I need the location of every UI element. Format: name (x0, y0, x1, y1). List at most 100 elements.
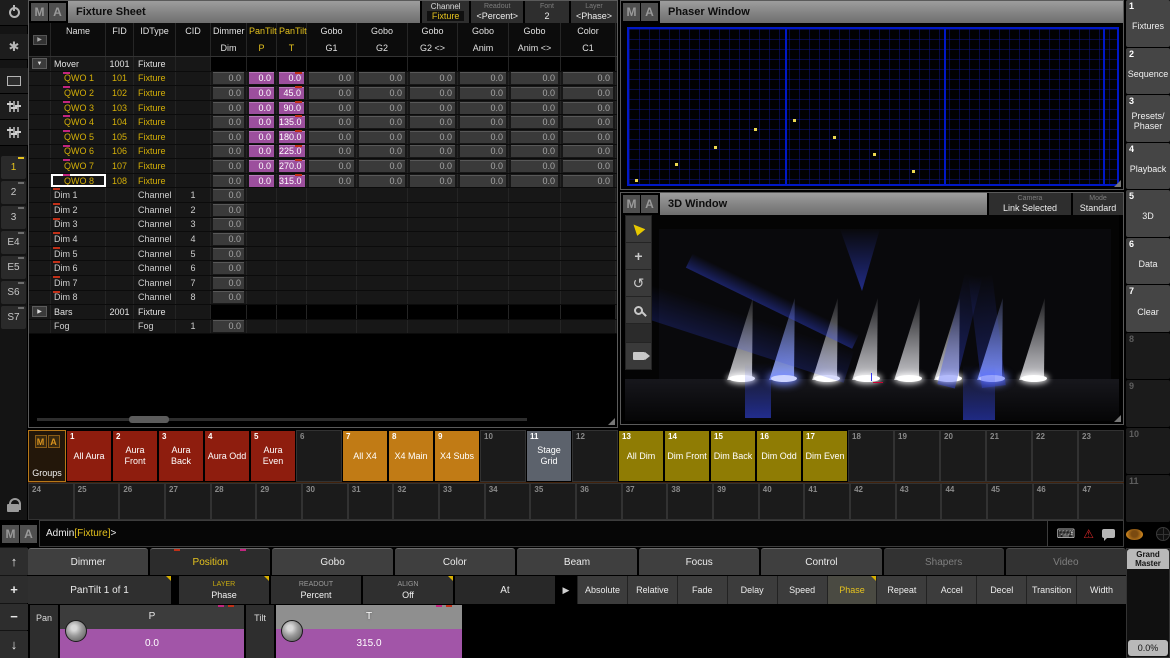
cell-t[interactable]: 225.0 (277, 145, 307, 159)
view-button-presets-[interactable]: 3Presets/ Phaser (1126, 95, 1170, 142)
cell-dim[interactable]: 0.0 (211, 320, 247, 334)
lock-icon[interactable] (7, 498, 19, 512)
cell-anim[interactable]: 0.0 (458, 86, 509, 100)
minus-button[interactable]: − (0, 604, 28, 631)
layer-button-absolute[interactable]: Absolute (577, 576, 627, 604)
cell-anim[interactable] (458, 320, 509, 334)
cell-g2x[interactable] (408, 247, 458, 261)
camera-tool-button[interactable] (626, 343, 651, 369)
cell-g2[interactable] (357, 232, 408, 246)
cell-fid[interactable]: 105 (106, 130, 134, 144)
cell-g2[interactable] (357, 57, 408, 71)
group-pool-item-35[interactable]: 35 (530, 483, 576, 520)
cell-animx[interactable]: 0.0 (509, 72, 561, 86)
cell-idtype[interactable]: Channel (134, 203, 176, 217)
cell-p[interactable] (247, 57, 277, 71)
faders-icon[interactable] (0, 94, 28, 120)
cell-cid[interactable]: 8 (176, 291, 211, 305)
cell-dim[interactable]: 0.0 (211, 218, 247, 232)
column-header-anim[interactable]: GoboAnim (458, 23, 509, 56)
cell-cid[interactable] (176, 72, 211, 86)
group-pool-item-47[interactable]: 47 (1078, 483, 1124, 520)
cell-idtype[interactable]: Channel (134, 218, 176, 232)
cell-g1[interactable] (307, 232, 357, 246)
cell-g2[interactable]: 0.0 (357, 72, 408, 86)
column-header-fid[interactable]: FID (106, 23, 134, 56)
cell-dim[interactable]: 0.0 (211, 159, 247, 173)
cell-dim[interactable]: 0.0 (211, 174, 247, 188)
sheet-row-dim-2[interactable]: Dim 2Channel20.0 (29, 203, 617, 218)
camera-button[interactable]: Camera Link Selected (987, 193, 1071, 215)
tab-beam[interactable]: Beam (517, 548, 637, 575)
three-d-titlebar[interactable]: MA 3D Window Camera Link Selected Mode S… (621, 193, 1123, 215)
group-pool-item-19[interactable]: 19 (894, 430, 940, 482)
cell-t[interactable] (277, 232, 307, 246)
cell-name[interactable]: QWO 2 (51, 86, 106, 100)
cell-cid[interactable] (176, 57, 211, 71)
cell-g1[interactable] (307, 218, 357, 232)
cell-c1[interactable] (561, 232, 616, 246)
cell-t[interactable]: 45.0 (277, 86, 307, 100)
cell-idtype[interactable]: Fixture (134, 72, 176, 86)
group-pool-item-27[interactable]: 27 (165, 483, 211, 520)
cell-g2[interactable] (357, 261, 408, 275)
cell-idtype[interactable]: Fixture (134, 159, 176, 173)
cell-g1[interactable] (307, 247, 357, 261)
cell-c1[interactable] (561, 276, 616, 290)
tab-color[interactable]: Color (395, 548, 515, 575)
sheet-setting-channel[interactable]: ChannelFixture (420, 1, 470, 23)
cell-cid[interactable]: 1 (176, 320, 211, 334)
cell-anim[interactable] (458, 305, 509, 319)
view-button-9[interactable]: 9 (1126, 380, 1170, 427)
pan-encoder[interactable]: P 0.0 (60, 605, 244, 658)
cell-g2[interactable] (357, 291, 408, 305)
cell-idtype[interactable]: Channel (134, 188, 176, 202)
cell-g2x[interactable] (408, 320, 458, 334)
cell-animx[interactable]: 0.0 (509, 174, 561, 188)
group-pool-item-25[interactable]: 25 (74, 483, 120, 520)
cell-g1[interactable]: 0.0 (307, 72, 357, 86)
cell-idtype[interactable]: Fixture (134, 145, 176, 159)
cell-t[interactable] (277, 188, 307, 202)
cell-c1[interactable]: 0.0 (561, 130, 616, 144)
cell-dim[interactable]: 0.0 (211, 247, 247, 261)
cell-animx[interactable]: 0.0 (509, 145, 561, 159)
arrow-down-button[interactable]: ↓ (0, 631, 28, 658)
cell-t[interactable] (277, 291, 307, 305)
select-tool-button[interactable] (626, 216, 651, 242)
cell-animx[interactable]: 0.0 (509, 115, 561, 129)
cell-anim[interactable] (458, 232, 509, 246)
layer-button-decel[interactable]: Decel (976, 576, 1026, 604)
group-pool-item-11[interactable]: 11Stage Grid (526, 430, 572, 482)
cell-g1[interactable] (307, 57, 357, 71)
cell-g2x[interactable] (408, 232, 458, 246)
cell-g2x[interactable] (408, 291, 458, 305)
fixture-sheet-titlebar[interactable]: MA Fixture Sheet ChannelFixtureReadout<P… (29, 1, 617, 23)
layer-button-fade[interactable]: Fade (677, 576, 727, 604)
groups-pool-header[interactable]: MA Groups (28, 430, 66, 482)
screen-button-s7[interactable]: S7 (1, 306, 26, 329)
cell-cid[interactable]: 2 (176, 203, 211, 217)
column-header-name[interactable]: Name (51, 23, 106, 56)
cell-cid[interactable] (176, 101, 211, 115)
cell-p[interactable] (247, 188, 277, 202)
cell-g1[interactable]: 0.0 (307, 86, 357, 100)
cell-dim[interactable]: 0.0 (211, 115, 247, 129)
cell-anim[interactable]: 0.0 (458, 145, 509, 159)
cell-g2x[interactable]: 0.0 (408, 115, 458, 129)
cell-g2[interactable] (357, 218, 408, 232)
cell-p[interactable] (247, 261, 277, 275)
tab-control[interactable]: Control (761, 548, 881, 575)
group-pool-item-32[interactable]: 32 (393, 483, 439, 520)
cell-anim[interactable] (458, 291, 509, 305)
cell-cid[interactable]: 3 (176, 218, 211, 232)
cell-g1[interactable]: 0.0 (307, 130, 357, 144)
phaser-grid[interactable] (627, 27, 1119, 186)
sheet-row-dim-7[interactable]: Dim 7Channel70.0 (29, 276, 617, 291)
group-pool-item-36[interactable]: 36 (576, 483, 622, 520)
column-header-c1[interactable]: ColorC1 (561, 23, 616, 56)
sheet-row-dim-4[interactable]: Dim 4Channel40.0 (29, 232, 617, 247)
encoder-knob-icon[interactable] (281, 620, 303, 642)
cell-animx[interactable] (509, 261, 561, 275)
cell-animx[interactable] (509, 320, 561, 334)
